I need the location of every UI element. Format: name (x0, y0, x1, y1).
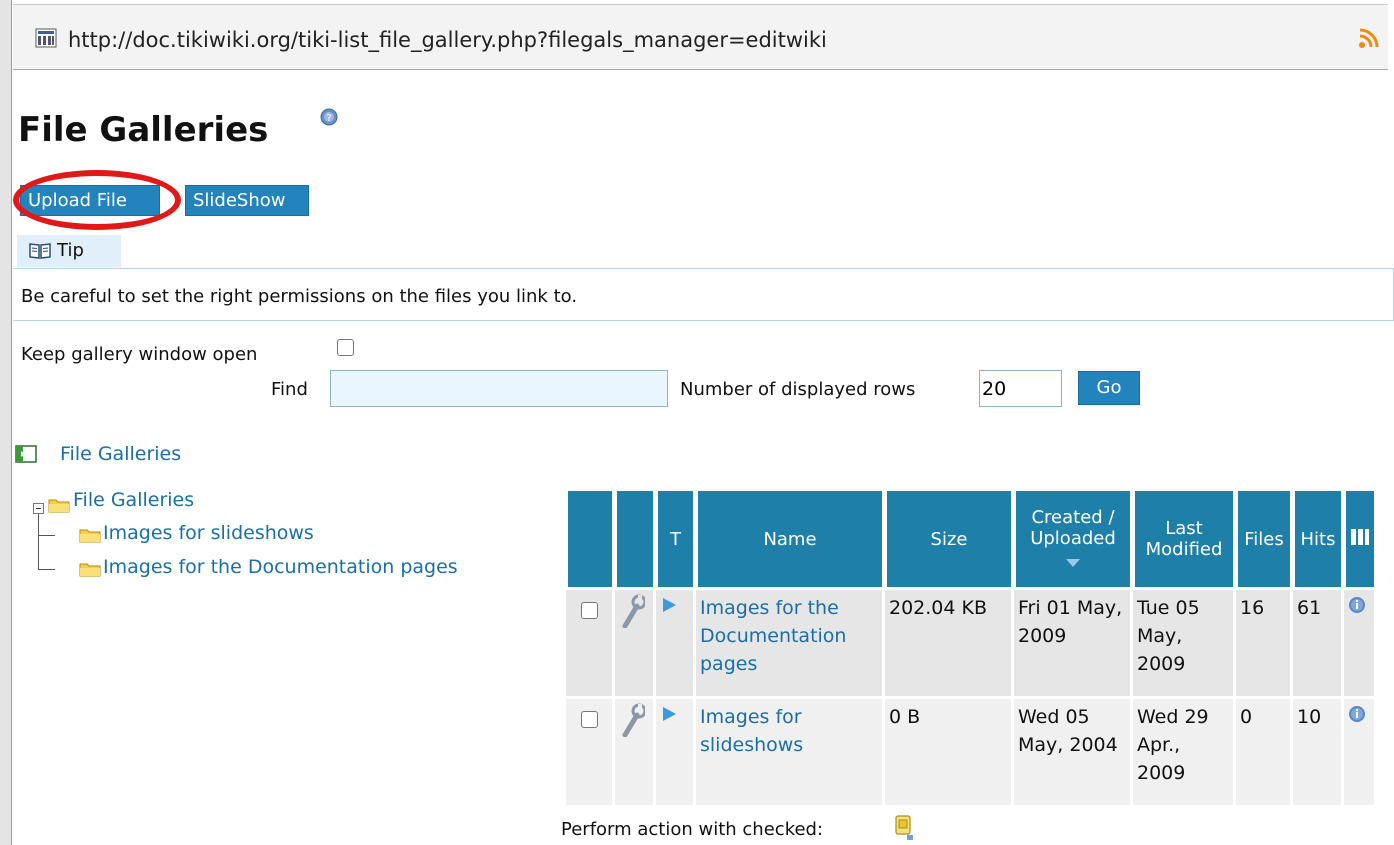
tip-box: Be careful to set the right permissions … (13, 268, 1394, 321)
tree-item-root[interactable]: File Galleries (73, 489, 194, 511)
info-icon[interactable] (1348, 705, 1366, 723)
row-created-cell: Fri 01 May, 2009 (1014, 590, 1130, 696)
tree-connector (38, 569, 55, 570)
url-text[interactable]: http://doc.tikiwiki.org/tiki-list_file_g… (68, 28, 827, 52)
keep-open-label: Keep gallery window open (21, 344, 258, 365)
folder-icon (48, 499, 70, 513)
tip-tab: Tip (17, 235, 121, 267)
tree-item-slideshows[interactable]: Images for slideshows (103, 522, 314, 544)
svg-text:?: ? (326, 113, 331, 124)
row-checkbox[interactable] (580, 602, 598, 619)
info-icon[interactable] (1348, 596, 1366, 614)
row-name-cell: Images for the Documentation pages (696, 590, 882, 696)
table-row[interactable]: Images for slideshows 0 B Wed 05 May, 20… (566, 699, 1374, 805)
table-row[interactable]: Images for the Documentation pages 202.0… (566, 590, 1374, 696)
column-selector-icon (1351, 528, 1369, 545)
tree-connector (38, 535, 55, 536)
tree-collapse-icon[interactable] (33, 503, 44, 514)
address-bar[interactable]: http://doc.tikiwiki.org/tiki-list_file_g… (13, 4, 1388, 70)
row-actions-cell (615, 699, 653, 805)
row-checkbox[interactable] (580, 711, 598, 728)
row-select-cell (566, 699, 612, 805)
row-info-cell (1344, 590, 1374, 696)
gallery-name-link[interactable]: Images for slideshows (700, 706, 803, 756)
gallery-name-link[interactable]: Images for the Documentation pages (700, 597, 846, 675)
perform-action-icon[interactable] (893, 815, 915, 841)
tree-item-documentation[interactable]: Images for the Documentation pages (103, 556, 458, 578)
row-info-cell (1344, 699, 1374, 805)
sort-desc-icon (1020, 551, 1126, 572)
go-button[interactable]: Go (1078, 371, 1140, 405)
rss-feed-icon[interactable] (1358, 27, 1380, 49)
play-icon[interactable] (660, 596, 678, 614)
row-hits-cell: 10 (1293, 699, 1341, 805)
window-frame (0, 0, 12, 845)
rows-label: Number of displayed rows (680, 379, 916, 400)
header-actions (615, 491, 653, 587)
row-size-cell: 0 B (885, 699, 1011, 805)
slideshow-button[interactable]: SlideShow (185, 185, 309, 216)
row-size-cell: 202.04 KB (885, 590, 1011, 696)
folder-icon (79, 529, 101, 543)
row-files-cell: 0 (1236, 699, 1290, 805)
row-hits-cell: 61 (1293, 590, 1341, 696)
help-icon[interactable]: ? (320, 108, 338, 126)
header-name[interactable]: Name (696, 491, 882, 587)
find-input[interactable] (330, 370, 668, 407)
back-link-file-galleries[interactable]: File Galleries (60, 443, 181, 465)
book-icon (29, 243, 51, 259)
highlight-annotation-ellipse (13, 170, 181, 230)
header-created[interactable]: Created / Uploaded (1014, 491, 1130, 587)
site-favicon-icon (35, 28, 57, 48)
header-hits[interactable]: Hits (1293, 491, 1341, 587)
header-files[interactable]: Files (1236, 491, 1290, 587)
tip-label: Tip (57, 240, 84, 261)
row-modified-cell: Wed 29 Apr., 2009 (1133, 699, 1233, 805)
header-created-label: Created / Uploaded (1030, 506, 1116, 549)
header-modified[interactable]: Last Modified (1133, 491, 1233, 587)
header-columns[interactable] (1344, 491, 1374, 587)
row-name-cell: Images for slideshows (696, 699, 882, 805)
header-type[interactable]: T (656, 491, 693, 587)
play-icon[interactable] (660, 705, 678, 723)
perform-action-label: Perform action with checked: (561, 819, 824, 840)
row-type-cell (656, 590, 693, 696)
find-label: Find (271, 379, 308, 400)
page-title: File Galleries (18, 110, 269, 150)
tip-text: Be careful to set the right permissions … (21, 286, 578, 307)
row-files-cell: 16 (1236, 590, 1290, 696)
keep-open-checkbox[interactable] (337, 339, 354, 356)
row-actions-cell (615, 590, 653, 696)
header-size[interactable]: Size (885, 491, 1011, 587)
wrench-icon[interactable] (619, 703, 647, 738)
folder-icon (79, 563, 101, 577)
row-select-cell (566, 590, 612, 696)
page-content: File Galleries ? Upload File SlideShow T… (13, 71, 1394, 845)
tree-connector (38, 514, 39, 569)
back-icon[interactable] (15, 445, 37, 463)
gallery-table: T Name Size Created / Uploaded Last Modi… (563, 491, 1377, 805)
rows-input[interactable] (979, 370, 1062, 407)
row-type-cell (656, 699, 693, 805)
row-created-cell: Wed 05 May, 2004 (1014, 699, 1130, 805)
wrench-icon[interactable] (619, 594, 647, 629)
row-modified-cell: Tue 05 May, 2009 (1133, 590, 1233, 696)
header-select (566, 491, 612, 587)
table-header-row: T Name Size Created / Uploaded Last Modi… (566, 491, 1374, 587)
